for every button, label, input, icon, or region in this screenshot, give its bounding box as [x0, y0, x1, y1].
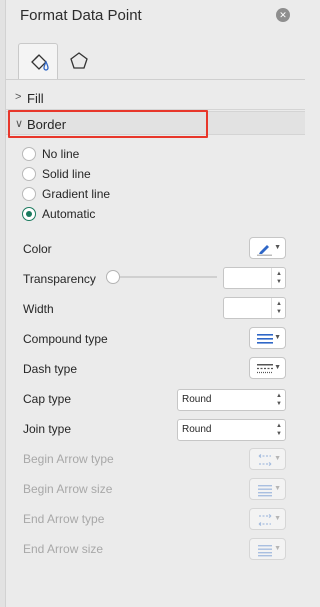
begin-arrow-size-dropdown[interactable]: ▼ [249, 478, 286, 500]
caret-down-icon: ▼ [274, 515, 281, 522]
stepper-divider [271, 298, 272, 318]
color-picker-button[interactable]: ▼ [249, 237, 286, 259]
cap-type-value: Round [182, 394, 212, 405]
caret-down-icon: ▼ [274, 545, 281, 552]
radio-button[interactable] [22, 167, 36, 181]
radio-label: Gradient line [42, 187, 111, 201]
begin-arrow-size-label: Begin Arrow size [23, 482, 113, 496]
stepper-arrows-icon[interactable]: ▲ ▼ [276, 300, 282, 316]
pane-title: Format Data Point [20, 7, 142, 24]
compound-type-label: Compound type [23, 332, 108, 346]
transparency-label: Transparency [23, 272, 96, 286]
arrow-type-icon [258, 514, 272, 526]
compound-lines-icon [257, 334, 273, 344]
stepper-arrows-icon[interactable]: ▲ ▼ [276, 270, 282, 286]
join-type-value: Round [182, 424, 212, 435]
end-arrow-size-dropdown[interactable]: ▼ [249, 538, 286, 560]
cap-type-select[interactable]: Round ▲ ▼ [177, 389, 286, 411]
dash-lines-icon [257, 364, 273, 374]
transparency-slider-thumb[interactable] [106, 270, 120, 284]
radio-label: Automatic [42, 207, 96, 221]
arrow-type-icon [258, 454, 272, 466]
join-type-select[interactable]: Round ▲ ▼ [177, 419, 286, 441]
end-arrow-type-dropdown[interactable]: ▼ [249, 508, 286, 530]
caret-down-icon: ▼ [274, 485, 281, 492]
caret-down-icon: ▼ [274, 455, 281, 462]
close-icon[interactable]: ✕ [276, 8, 290, 22]
fill-and-line-tab[interactable] [18, 43, 58, 80]
radio-label: No line [42, 147, 80, 161]
stepper-divider [271, 268, 272, 288]
width-input[interactable]: ▲ ▼ [223, 297, 286, 319]
pentagon-icon [70, 52, 88, 69]
begin-arrow-type-label: Begin Arrow type [23, 452, 114, 466]
chevron-right-icon: > [15, 91, 22, 103]
caret-down-icon: ▼ [274, 334, 281, 341]
end-arrow-size-label: End Arrow size [23, 542, 104, 556]
pen-color-icon [257, 245, 272, 256]
caret-down-icon: ▼ [274, 244, 281, 251]
radio-label: Solid line [42, 167, 91, 181]
highlight-box [8, 110, 208, 138]
dash-type-label: Dash type [23, 362, 78, 376]
select-arrows-icon: ▲ ▼ [276, 423, 282, 437]
width-label: Width [23, 302, 54, 316]
dash-type-dropdown[interactable]: ▼ [249, 357, 286, 379]
end-arrow-type-label: End Arrow type [23, 512, 105, 526]
arrow-size-icon [258, 545, 272, 557]
radio-button[interactable] [22, 187, 36, 201]
begin-arrow-type-dropdown[interactable]: ▼ [249, 448, 286, 470]
join-type-label: Join type [23, 422, 72, 436]
cap-type-label: Cap type [23, 392, 72, 406]
select-arrows-icon: ▲ ▼ [276, 393, 282, 407]
radio-button-selected[interactable] [22, 207, 36, 221]
effects-shape-tab[interactable] [60, 43, 100, 79]
transparency-input[interactable]: ▲ ▼ [223, 267, 286, 289]
tabs-divider [6, 79, 305, 80]
radio-button[interactable] [22, 147, 36, 161]
fill-section-header[interactable]: > Fill [6, 86, 305, 110]
fill-section-label: Fill [27, 91, 44, 106]
transparency-slider-track[interactable] [112, 276, 217, 278]
arrow-size-icon [258, 485, 272, 497]
format-pane: Format Data Point ✕ > Fill ∨ Border No l… [6, 0, 305, 607]
paint-bucket-icon [31, 54, 49, 71]
caret-down-icon: ▼ [274, 364, 281, 371]
color-label: Color [23, 242, 52, 256]
compound-type-dropdown[interactable]: ▼ [249, 327, 286, 349]
